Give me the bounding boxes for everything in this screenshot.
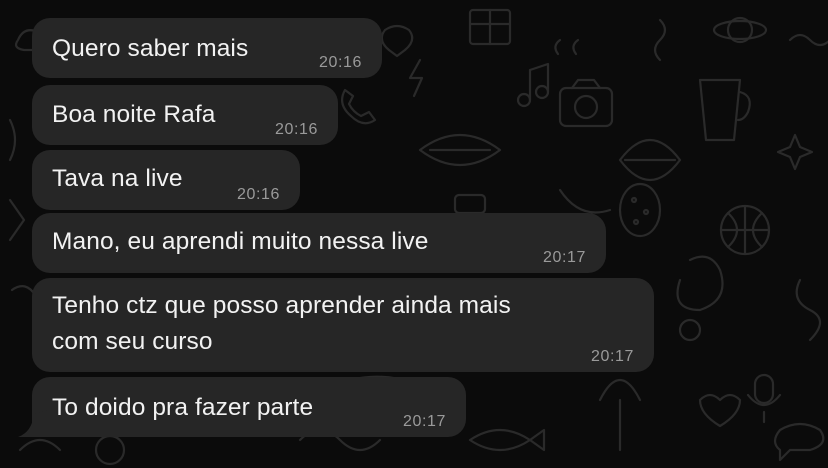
message-bubble[interactable]: Mano, eu aprendi muito nessa live 20:17: [32, 213, 606, 273]
message-timestamp: 20:16: [274, 121, 318, 138]
message-bubble[interactable]: Quero saber mais 20:16: [32, 18, 382, 78]
message-timestamp: 20:17: [542, 249, 586, 266]
message-bubble[interactable]: Boa noite Rafa 20:16: [32, 85, 338, 145]
message-text: To doido pra fazer parte: [52, 394, 314, 421]
message-timestamp: 20:17: [402, 413, 446, 430]
message-text-line: Tenho ctz que posso aprender ainda mais: [52, 292, 511, 319]
message-bubble[interactable]: Tenho ctz que posso aprender ainda mais …: [32, 278, 654, 372]
bubble-tail: [18, 410, 48, 437]
message-text: Quero saber mais: [52, 35, 249, 62]
message-text: Boa noite Rafa: [52, 101, 216, 128]
message-text: Mano, eu aprendi muito nessa live: [52, 228, 429, 255]
message-bubble[interactable]: Tava na live 20:16: [32, 150, 300, 210]
message-text: Tava na live: [52, 165, 183, 192]
message-timestamp: 20:16: [318, 54, 362, 71]
message-timestamp: 20:17: [590, 348, 634, 365]
message-timestamp: 20:16: [236, 186, 280, 203]
message-text-line: com seu curso: [52, 328, 213, 355]
message-bubble[interactable]: To doido pra fazer parte 20:17: [32, 377, 466, 437]
